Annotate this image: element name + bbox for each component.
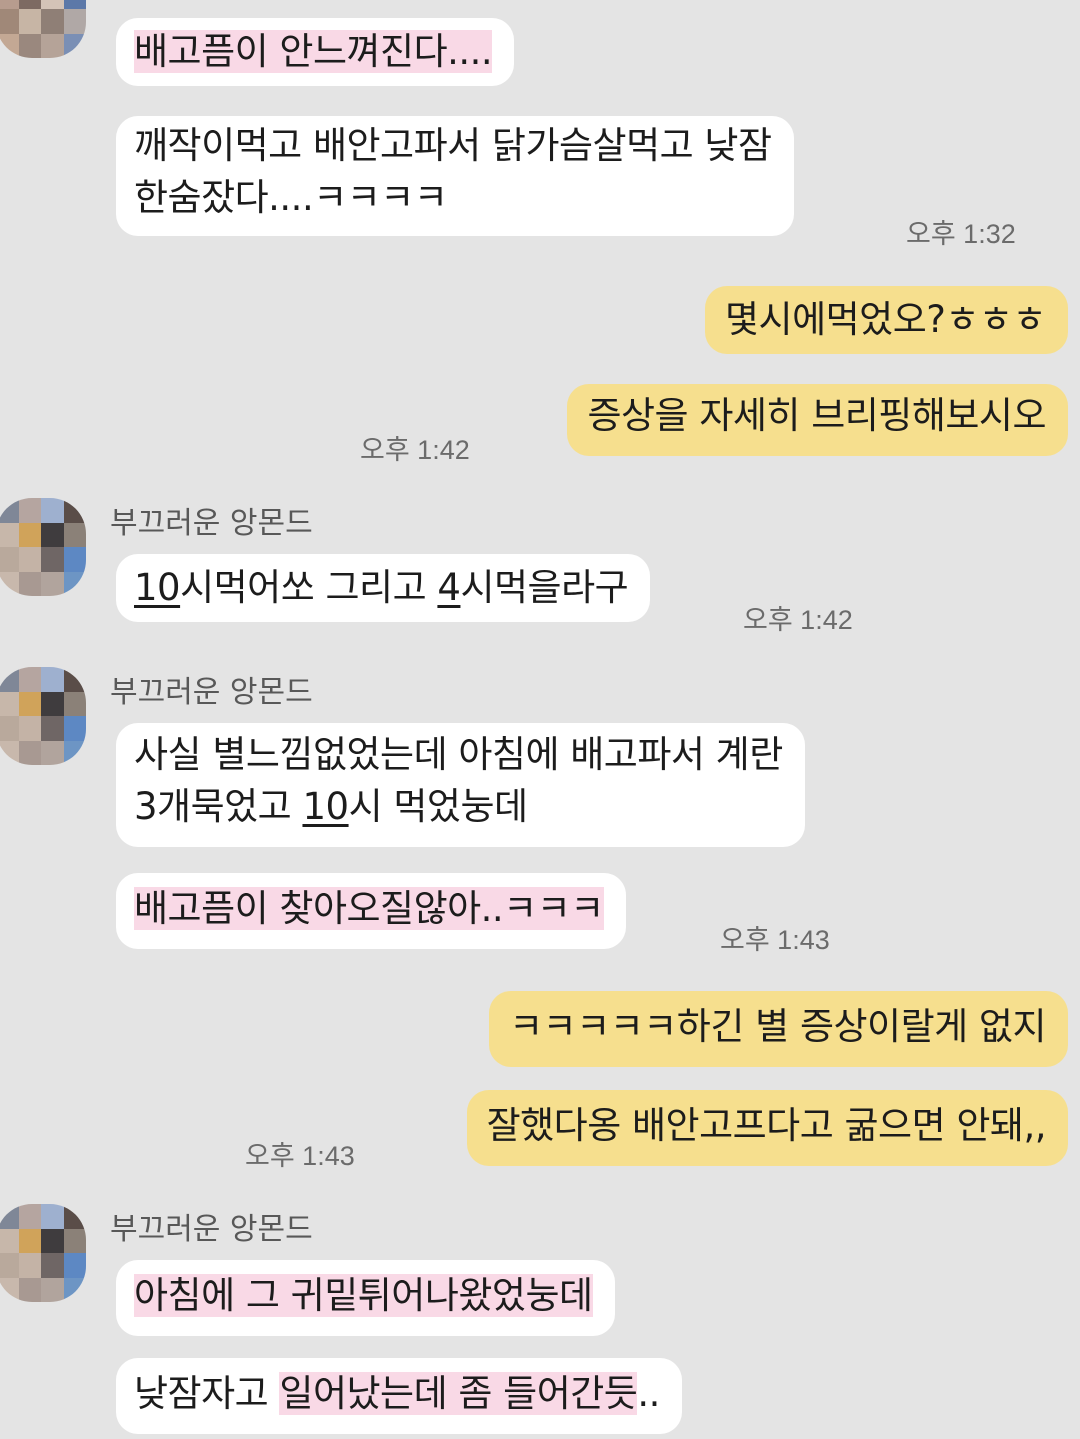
message-bubble-sent[interactable]: 증상을 자세히 브리핑해보시오	[567, 384, 1068, 456]
message-time: 오후 1:42	[743, 605, 853, 635]
message-time: 오후 1:43	[720, 925, 830, 955]
message-text: 낮잠자고 일어났는데 좀 들어간듯..	[134, 1372, 660, 1415]
message-time: 오후 1:42	[360, 435, 470, 465]
message-text: 10시먹어쏘 그리고 4시먹을라구	[134, 566, 629, 609]
message-bubble-sent[interactable]: ㅋㅋㅋㅋㅋ하긴 별 증상이랄게 없지	[489, 991, 1068, 1067]
message-bubble[interactable]: 깨작이먹고 배안고파서 닭가슴살먹고 낮잠 한숨잤다....ㅋㅋㅋㅋ	[116, 116, 794, 236]
message-text: 아침에 그 귀밑튀어나왔었눙데	[134, 1274, 593, 1317]
message-text: 배고픔이 찾아오질않아..ㅋㅋㅋ	[134, 887, 604, 930]
message-bubble[interactable]: 배고픔이 찾아오질않아..ㅋㅋㅋ	[116, 873, 626, 949]
avatar[interactable]	[0, 667, 86, 765]
message-text: 깨작이먹고 배안고파서 닭가슴살먹고 낮잠	[134, 124, 772, 167]
message-time: 오후 1:43	[245, 1141, 355, 1171]
message-text: ㅋㅋㅋㅋㅋ하긴 별 증상이랄게 없지	[509, 1005, 1046, 1048]
message-text: 한숨잤다....ㅋㅋㅋㅋ	[134, 176, 448, 219]
message-text: 증상을 자세히 브리핑해보시오	[587, 394, 1046, 437]
message-bubble[interactable]: 낮잠자고 일어났는데 좀 들어간듯..	[116, 1358, 682, 1434]
message-text: 몇시에먹었오?ㅎㅎㅎ	[725, 298, 1047, 341]
message-bubble-sent[interactable]: 잘했다옹 배안고프다고 굶으면 안돼,,	[466, 1090, 1068, 1166]
message-text: 사실 별느낌없었는데 아침에 배고파서 계란	[134, 733, 783, 776]
message-bubble[interactable]: 아침에 그 귀밑튀어나왔었눙데	[116, 1260, 615, 1336]
message-bubble[interactable]: 배고픔이 안느껴진다....	[116, 18, 515, 86]
message-bubble-sent[interactable]: 몇시에먹었오?ㅎㅎㅎ	[705, 286, 1068, 354]
message-text: 3개묵었고 10시 먹었눙데	[134, 785, 528, 828]
message-text: 배고픔이 안느껴진다....	[134, 30, 493, 73]
message-bubble[interactable]: 10시먹어쏘 그리고 4시먹을라구	[116, 554, 651, 622]
avatar[interactable]	[0, 1204, 86, 1302]
message-bubble[interactable]: 사실 별느낌없었는데 아침에 배고파서 계란 3개묵었고 10시 먹었눙데	[116, 723, 805, 847]
sender-name: 부끄러운 앙몬드	[110, 675, 313, 710]
sender-name: 부끄러운 앙몬드	[110, 1212, 313, 1247]
avatar[interactable]	[0, 0, 86, 58]
message-time: 오후 1:32	[906, 219, 1016, 249]
avatar[interactable]	[0, 498, 86, 596]
sender-name: 부끄러운 앙몬드	[110, 506, 313, 541]
message-text: 잘했다옹 배안고프다고 굶으면 안돼,,	[486, 1104, 1047, 1147]
